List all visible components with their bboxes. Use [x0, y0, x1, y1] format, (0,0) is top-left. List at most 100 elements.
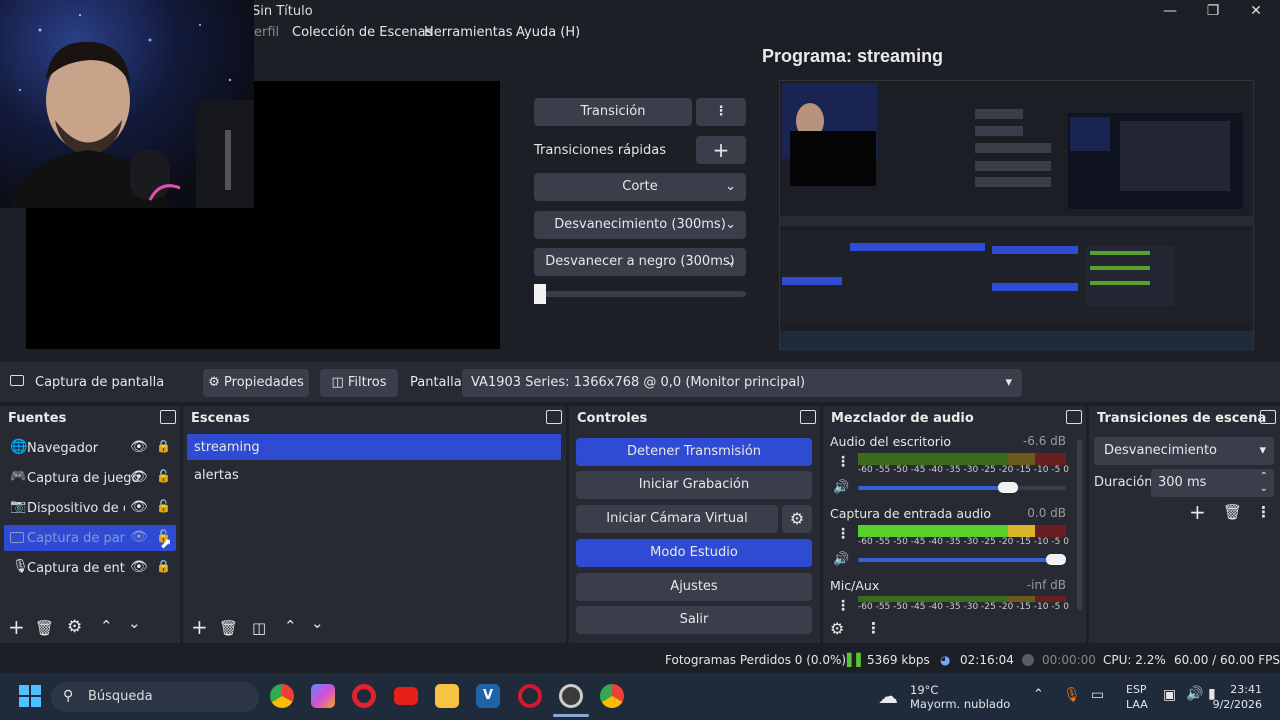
display-icon[interactable]: ▭: [1091, 687, 1104, 703]
exit-button[interactable]: Salir: [576, 606, 812, 634]
virtual-camera-settings-button[interactable]: ⚙: [782, 505, 812, 533]
volume-icon[interactable]: 🔊: [1186, 686, 1203, 702]
settings-button[interactable]: Ajustes: [576, 573, 812, 601]
trash-icon[interactable]: 🗑: [1223, 503, 1242, 521]
menu-profile[interactable]: erfil: [254, 25, 279, 40]
eye-hidden-icon[interactable]: 👁: [130, 529, 148, 545]
eye-icon[interactable]: 👁: [130, 439, 148, 455]
volume-slider[interactable]: [858, 558, 1066, 562]
transition-select[interactable]: Desvanecimiento ▾: [1094, 437, 1274, 465]
start-recording-button[interactable]: Iniciar Grabación: [576, 471, 812, 499]
weather-temp: 19°C: [910, 683, 939, 697]
speaker-icon[interactable]: 🔊: [833, 552, 849, 567]
transition-menu-icon[interactable]: ⋮: [1256, 503, 1271, 521]
add-quick-transition-button[interactable]: +: [696, 136, 746, 164]
channel-menu-icon[interactable]: ⋮: [836, 526, 850, 542]
opera-icon[interactable]: [352, 684, 376, 708]
copilot-icon[interactable]: [311, 684, 335, 708]
quick-transition-fade[interactable]: Desvanecimiento (300ms) ⌄: [534, 211, 746, 239]
eye-icon[interactable]: 👁: [130, 559, 148, 575]
undock-icon[interactable]: [160, 410, 176, 424]
eye-icon[interactable]: 👁: [130, 499, 148, 515]
transition-menu-button[interactable]: ⋮: [696, 98, 746, 126]
add-scene-button[interactable]: +: [191, 617, 208, 637]
mixer-settings-icon[interactable]: ⚙: [830, 619, 844, 638]
minimize-button[interactable]: —: [1158, 2, 1182, 20]
chrome-profile-icon[interactable]: [600, 684, 624, 708]
source-item[interactable]: 🌐 Navegador 👁 🔒: [4, 435, 176, 461]
scene-item[interactable]: alertas: [187, 462, 561, 488]
language-bottom[interactable]: LAA: [1126, 698, 1148, 711]
studio-mode-button[interactable]: Modo Estudio: [576, 539, 812, 567]
duration-input[interactable]: 300 ms ⌃ ⌄: [1151, 469, 1274, 497]
undock-icon[interactable]: [1260, 410, 1276, 424]
taskbar-search[interactable]: ⚲ Búsqueda: [51, 682, 259, 712]
obs-icon[interactable]: [559, 684, 583, 708]
spin-down-icon[interactable]: ⌄: [1260, 475, 1268, 503]
source-settings-button[interactable]: ⚙: [67, 617, 82, 637]
stop-stream-button[interactable]: Detener Transmisión: [576, 438, 812, 466]
speaker-icon[interactable]: 🔊: [833, 480, 849, 495]
meter-ticks: -60 -55 -50 -45 -40 -35 -30 -25 -20 -15 …: [858, 602, 1069, 612]
clock-date[interactable]: 9/2/2026: [1210, 698, 1262, 711]
source-item-selected[interactable]: Captura de panta 👁 🔓 ⬈: [4, 525, 176, 552]
vegas-icon[interactable]: V: [476, 684, 500, 708]
opera-gx-icon[interactable]: [518, 684, 542, 708]
channel-menu-icon[interactable]: ⋮: [836, 454, 850, 470]
trash-icon[interactable]: 🗑: [219, 619, 238, 637]
properties-button[interactable]: ⚙ Propiedades: [203, 369, 309, 397]
undock-icon[interactable]: [800, 410, 816, 424]
mixer-scrollbar[interactable]: [1077, 440, 1082, 610]
volume-slider-handle[interactable]: [1045, 554, 1066, 565]
gamepad-icon: 🎮: [10, 469, 27, 484]
unlock-icon[interactable]: 🔓: [156, 469, 171, 483]
restore-button[interactable]: ❐: [1201, 2, 1225, 20]
start-virtual-camera-button[interactable]: Iniciar Cámara Virtual: [576, 505, 778, 533]
language-top[interactable]: ESP: [1126, 683, 1147, 696]
tbar-track[interactable]: [534, 291, 746, 297]
menu-help[interactable]: Ayuda (H): [516, 25, 580, 40]
transition-button[interactable]: Transición: [534, 98, 692, 126]
trash-icon[interactable]: 🗑: [35, 619, 54, 637]
move-up-button[interactable]: ⌃: [100, 617, 113, 635]
undock-icon[interactable]: [546, 410, 562, 424]
move-up-button[interactable]: ⌃: [284, 617, 297, 635]
volume-slider-handle[interactable]: [997, 482, 1018, 493]
mixer-menu-icon[interactable]: ⋮: [866, 619, 881, 637]
scene-filters-icon[interactable]: ◫: [252, 619, 266, 637]
eye-icon[interactable]: 👁: [130, 469, 148, 485]
source-item[interactable]: 📷 Dispositivo de cap 👁 🔓: [4, 495, 176, 521]
lock-icon[interactable]: 🔒: [156, 439, 171, 453]
quick-transition-cut[interactable]: Corte ⌄: [534, 173, 746, 201]
volume-slider[interactable]: [858, 486, 1066, 490]
file-explorer-icon[interactable]: [435, 684, 459, 708]
lock-icon[interactable]: 🔒: [156, 559, 171, 573]
clock-time[interactable]: 23:41: [1230, 683, 1262, 696]
youtube-icon[interactable]: [394, 687, 418, 705]
channel-menu-icon[interactable]: ⋮: [836, 598, 850, 614]
menu-scene-collection[interactable]: Colección de Escenas: [292, 25, 432, 40]
scene-item-selected[interactable]: streaming: [187, 434, 561, 460]
move-down-button[interactable]: ⌄: [128, 614, 141, 632]
undock-icon[interactable]: [1066, 410, 1082, 424]
windows-start-icon[interactable]: [19, 685, 41, 707]
monitor-icon: [10, 532, 24, 543]
cloud-icon: ☁: [878, 684, 898, 708]
source-item[interactable]: 🎙 Captura de entra 👁 🔒: [4, 555, 176, 581]
menu-tools[interactable]: Herramientas: [424, 25, 513, 40]
filters-button[interactable]: ◫ Filtros: [320, 369, 398, 397]
display-select[interactable]: VA1903 Series: 1366x768 @ 0,0 (Monitor p…: [462, 369, 1022, 397]
chevron-up-icon[interactable]: ⌃: [1033, 687, 1044, 702]
window-title: Sin Título: [252, 4, 313, 19]
add-transition-button[interactable]: +: [1189, 500, 1206, 524]
tbar-handle[interactable]: [534, 284, 546, 304]
source-item[interactable]: 🎮 Captura de juego 👁 🔓: [4, 465, 176, 491]
close-button[interactable]: ✕: [1244, 2, 1268, 20]
chrome-icon[interactable]: [270, 684, 294, 708]
microphone-icon[interactable]: 🎙: [1063, 687, 1081, 703]
network-icon[interactable]: ▣: [1163, 687, 1176, 703]
quick-transition-fade-black[interactable]: Desvanecer a negro (300ms) ⌄: [534, 248, 746, 276]
move-down-button[interactable]: ⌄: [311, 614, 324, 632]
add-source-button[interactable]: +: [8, 617, 25, 637]
unlock-icon[interactable]: 🔓: [156, 499, 171, 513]
